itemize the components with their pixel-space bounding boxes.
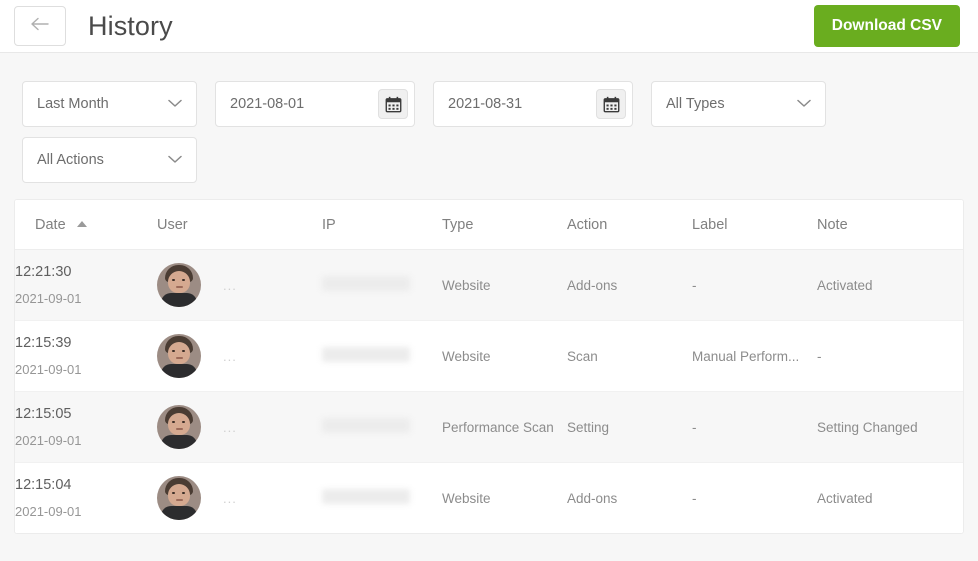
column-header-note[interactable]: Note xyxy=(817,200,963,250)
table-header-row: Date User IP Type Action Label Note xyxy=(15,200,963,250)
period-select-value: Last Month xyxy=(37,96,109,112)
cell-label: - xyxy=(692,462,817,533)
calendar-icon[interactable] xyxy=(378,89,408,119)
cell-user: ... xyxy=(157,249,322,321)
cell-ip xyxy=(322,320,442,392)
arrow-left-icon xyxy=(30,17,50,36)
cell-ip xyxy=(322,391,442,463)
avatar xyxy=(157,405,201,449)
column-header-ip[interactable]: IP xyxy=(322,200,442,250)
action-select-value: All Actions xyxy=(37,152,104,168)
action-select[interactable]: All Actions xyxy=(22,137,197,183)
avatar xyxy=(157,334,201,378)
row-time: 12:15:05 xyxy=(15,406,72,423)
row-day: 2021-09-01 xyxy=(15,362,82,378)
row-user: ... xyxy=(223,490,237,506)
filter-row-primary: Last Month 2021-08-01 2021-08-31 All Typ… xyxy=(22,81,978,127)
table-head: Date User IP Type Action Label Note xyxy=(15,200,963,250)
chevron-down-icon xyxy=(168,95,182,113)
cell-action: Scan xyxy=(567,320,692,392)
date-from-field[interactable]: 2021-08-01 xyxy=(215,81,415,127)
cell-note: Activated xyxy=(817,462,963,533)
row-user: ... xyxy=(223,277,237,293)
cell-note: Activated xyxy=(817,249,963,321)
filter-row-secondary: All Actions xyxy=(22,137,978,183)
cell-type: Website xyxy=(442,320,567,392)
cell-date: 12:15:04 2021-09-01 xyxy=(15,462,157,533)
back-button[interactable] xyxy=(14,6,66,46)
cell-user: ... xyxy=(157,391,322,463)
row-ip-redacted xyxy=(322,418,410,433)
cell-type: Performance Scan xyxy=(442,391,567,463)
type-select-value: All Types xyxy=(666,96,725,112)
cell-action: Add-ons xyxy=(567,249,692,321)
column-header-action[interactable]: Action xyxy=(567,200,692,250)
date-from-value: 2021-08-01 xyxy=(230,96,305,112)
table-row[interactable]: 12:15:05 2021-09-01 ... Performance Scan… xyxy=(15,391,963,463)
cell-date: 12:15:39 2021-09-01 xyxy=(15,320,157,392)
page-header: History Download CSV xyxy=(0,0,978,53)
row-ip-redacted xyxy=(322,489,410,504)
cell-user: ... xyxy=(157,462,322,533)
avatar xyxy=(157,476,201,520)
page-title: History xyxy=(88,10,173,41)
column-header-date[interactable]: Date xyxy=(15,200,157,250)
row-user: ... xyxy=(223,419,237,435)
row-user: ... xyxy=(223,348,237,364)
cell-ip xyxy=(322,462,442,533)
period-select[interactable]: Last Month xyxy=(22,81,197,127)
column-header-label[interactable]: Label xyxy=(692,200,817,250)
column-header-date-label: Date xyxy=(35,217,66,233)
row-ip-redacted xyxy=(322,347,410,362)
type-select[interactable]: All Types xyxy=(651,81,826,127)
table-body: 12:21:30 2021-09-01 ... Website Add-ons … xyxy=(15,249,963,533)
download-csv-button[interactable]: Download CSV xyxy=(813,5,960,47)
cell-type: Website xyxy=(442,249,567,321)
history-table-card: Date User IP Type Action Label Note 12:2… xyxy=(14,199,964,534)
table-row[interactable]: 12:15:04 2021-09-01 ... Website Add-ons … xyxy=(15,462,963,533)
cell-note: Setting Changed xyxy=(817,391,963,463)
row-day: 2021-09-01 xyxy=(15,291,82,307)
filter-bar: Last Month 2021-08-01 2021-08-31 All Typ… xyxy=(0,53,978,183)
row-ip-redacted xyxy=(322,276,410,291)
table-row[interactable]: 12:21:30 2021-09-01 ... Website Add-ons … xyxy=(15,249,963,321)
column-header-user[interactable]: User xyxy=(157,200,322,250)
column-header-type[interactable]: Type xyxy=(442,200,567,250)
history-table: Date User IP Type Action Label Note 12:2… xyxy=(15,200,963,533)
cell-label: Manual Perform... xyxy=(692,320,817,392)
calendar-icon[interactable] xyxy=(596,89,626,119)
cell-user: ... xyxy=(157,320,322,392)
cell-date: 12:21:30 2021-09-01 xyxy=(15,249,157,321)
cell-ip xyxy=(322,249,442,321)
row-time: 12:15:39 xyxy=(15,335,72,352)
row-day: 2021-09-01 xyxy=(15,504,82,520)
date-to-field[interactable]: 2021-08-31 xyxy=(433,81,633,127)
chevron-down-icon xyxy=(797,95,811,113)
cell-note: - xyxy=(817,320,963,392)
cell-label: - xyxy=(692,249,817,321)
caret-up-icon xyxy=(76,221,87,227)
cell-label: - xyxy=(692,391,817,463)
cell-type: Website xyxy=(442,462,567,533)
chevron-down-icon xyxy=(168,151,182,169)
avatar xyxy=(157,263,201,307)
cell-action: Add-ons xyxy=(567,462,692,533)
date-to-value: 2021-08-31 xyxy=(448,96,523,112)
cell-action: Setting xyxy=(567,391,692,463)
row-time: 12:15:04 xyxy=(15,477,72,494)
row-day: 2021-09-01 xyxy=(15,433,82,449)
table-row[interactable]: 12:15:39 2021-09-01 ... Website Scan Man… xyxy=(15,320,963,392)
cell-date: 12:15:05 2021-09-01 xyxy=(15,391,157,463)
row-time: 12:21:30 xyxy=(15,264,72,281)
